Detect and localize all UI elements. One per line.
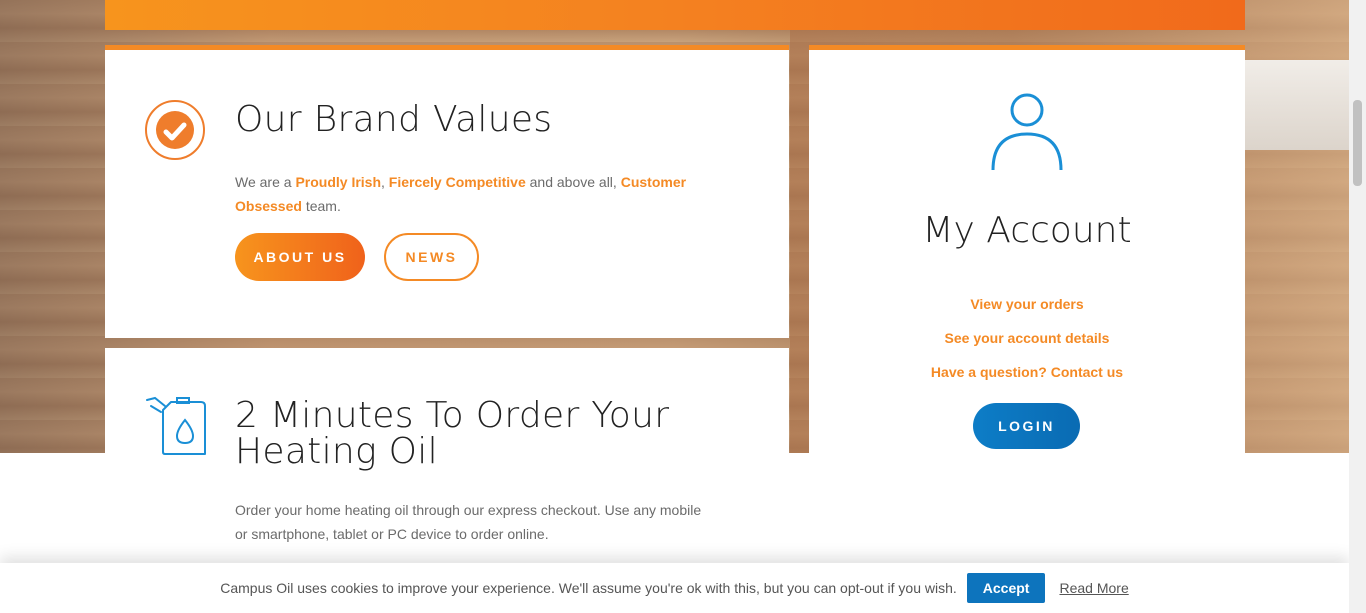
contact-us-link[interactable]: Have a question? Contact us [809,364,1245,380]
order-title: 2 Minutes To Order Your Heating Oil [235,395,670,472]
login-button[interactable]: LOGIN [973,403,1080,449]
background-wall-detail [1245,60,1349,150]
check-circle-icon [145,100,205,160]
brand-values-text: We are a Proudly Irish, Fiercely Competi… [235,174,687,214]
view-orders-link[interactable]: View your orders [809,296,1245,312]
page-scrollbar[interactable] [1349,0,1366,613]
cookie-accept-button[interactable]: Accept [966,573,1046,603]
order-text: Order your home heating oil through our … [235,502,702,542]
brand-values-title: Our Brand Values [235,99,553,140]
scrollbar-thumb[interactable] [1353,100,1362,186]
account-details-link[interactable]: See your account details [809,330,1245,346]
brand-values-card: Our Brand Values We are a Proudly Irish,… [105,45,789,338]
fuel-can-icon [146,396,206,455]
cookie-read-more-link[interactable]: Read More [1059,580,1128,596]
my-account-card: My Account View your orders See your acc… [809,45,1245,613]
about-us-button[interactable]: ABOUT US [235,233,365,281]
my-account-title: My Account [922,210,1132,251]
orange-banner-bar [105,0,1245,30]
user-icon [991,93,1063,171]
cookie-banner: Campus Oil uses cookies to improve your … [0,563,1349,613]
cookie-message: Campus Oil uses cookies to improve your … [220,580,957,596]
news-button[interactable]: NEWS [384,233,479,281]
